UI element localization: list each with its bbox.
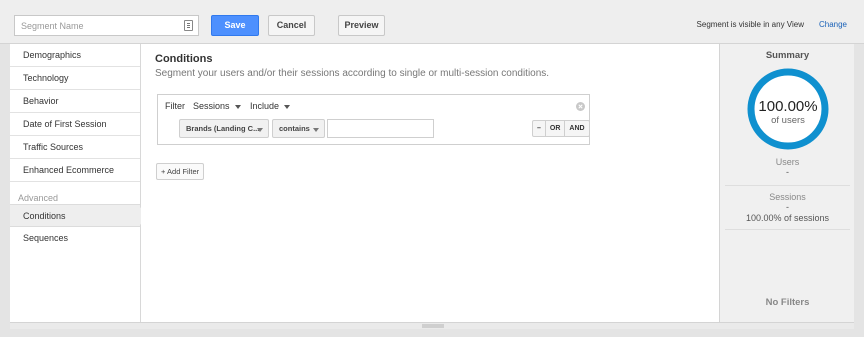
sidebar-item-behavior[interactable]: Behavior bbox=[10, 90, 140, 113]
preview-button[interactable]: Preview bbox=[338, 15, 385, 36]
operator-dropdown[interactable]: contains bbox=[272, 119, 325, 138]
resize-bar[interactable] bbox=[10, 322, 854, 329]
segment-name-placeholder: Segment Name bbox=[21, 21, 84, 31]
include-dropdown[interactable]: Include bbox=[250, 101, 291, 111]
sidebar: Demographics Technology Behavior Date of… bbox=[10, 44, 147, 322]
filter-card: Filter Sessions Include Brands (Landing … bbox=[157, 94, 590, 145]
scope-value: Sessions bbox=[193, 101, 230, 111]
chevron-down-icon bbox=[257, 128, 263, 132]
conditions-panel: Conditions Segment your users and/or the… bbox=[141, 44, 719, 322]
sidebar-item-traffic-sources[interactable]: Traffic Sources bbox=[10, 136, 140, 159]
users-percent-label: of users bbox=[771, 115, 805, 126]
add-filter-button[interactable]: + Add Filter bbox=[156, 163, 205, 180]
dimension-value: Brands (Landing C... bbox=[186, 124, 260, 133]
summary-divider bbox=[725, 185, 850, 186]
users-percent: 100.00% bbox=[758, 98, 818, 115]
dimension-dropdown[interactable]: Brands (Landing C... bbox=[179, 119, 269, 138]
sessions-percent: 100.00% of sessions bbox=[745, 213, 830, 223]
sidebar-item-technology[interactable]: Technology bbox=[10, 67, 140, 90]
sessions-value: - bbox=[786, 202, 789, 212]
users-label: Users bbox=[775, 157, 800, 167]
close-icon[interactable] bbox=[576, 102, 585, 111]
summary-panel: Summary 100.00% of users Users - Session… bbox=[719, 44, 854, 322]
resize-grip-icon[interactable] bbox=[422, 324, 444, 328]
sidebar-item-date-of-first-session[interactable]: Date of First Session bbox=[10, 113, 140, 136]
sidebar-item-demographics[interactable]: Demographics bbox=[10, 44, 140, 67]
scope-dropdown[interactable]: Sessions bbox=[193, 101, 241, 111]
page-subtitle: Segment your users and/or their sessions… bbox=[155, 68, 550, 79]
keyboard-icon[interactable] bbox=[184, 20, 193, 31]
summary-divider bbox=[725, 229, 850, 230]
no-filters-text: No Filters bbox=[765, 297, 810, 308]
or-button[interactable]: OR bbox=[546, 121, 566, 136]
sidebar-item-conditions[interactable]: Conditions bbox=[10, 204, 140, 227]
visibility-text: Segment is visible in any View bbox=[696, 20, 804, 29]
boolean-button-group: – OR AND bbox=[532, 120, 590, 137]
filter-value-input[interactable] bbox=[327, 119, 434, 138]
remove-condition-button[interactable]: – bbox=[533, 121, 546, 136]
advanced-heading: Advanced bbox=[18, 193, 59, 203]
and-button[interactable]: AND bbox=[565, 121, 588, 136]
sidebar-item-enhanced-ecommerce[interactable]: Enhanced Ecommerce bbox=[10, 159, 140, 182]
chevron-down-icon bbox=[284, 104, 291, 109]
sidebar-item-sequences[interactable]: Sequences bbox=[10, 227, 140, 250]
segment-name-input[interactable]: Segment Name bbox=[14, 15, 199, 36]
cancel-button[interactable]: Cancel bbox=[268, 15, 315, 36]
filter-label: Filter bbox=[165, 101, 185, 111]
users-value: - bbox=[786, 167, 789, 177]
sessions-label: Sessions bbox=[769, 192, 806, 202]
include-value: Include bbox=[250, 101, 280, 111]
summary-title: Summary bbox=[765, 50, 810, 61]
save-button[interactable]: Save bbox=[211, 15, 259, 36]
chevron-down-icon bbox=[234, 104, 241, 109]
change-link[interactable]: Change bbox=[819, 20, 847, 29]
chevron-down-icon bbox=[313, 128, 319, 132]
operator-value: contains bbox=[279, 124, 310, 133]
segment-toolbar: Segment Name Save Cancel Preview Segment… bbox=[0, 0, 864, 44]
page-title: Conditions bbox=[155, 53, 213, 65]
